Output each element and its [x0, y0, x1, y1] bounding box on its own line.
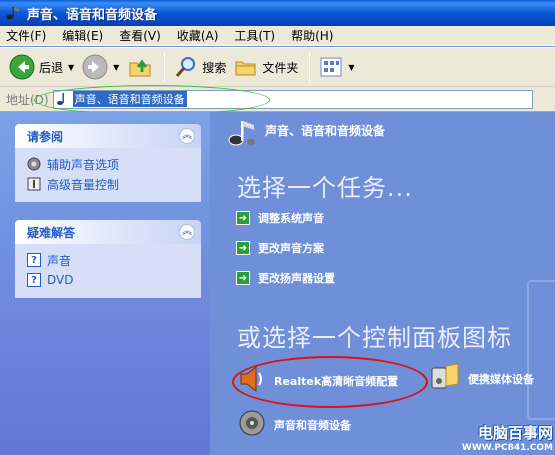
- collapse-chevron-icon[interactable]: ︽: [179, 224, 195, 240]
- realtek-speaker-icon: [238, 364, 266, 397]
- cp-item-label: 声音和音频设备: [274, 418, 351, 432]
- pick-task-heading: 选择一个任务...: [237, 174, 413, 202]
- title-bar[interactable]: 声音、语音和音频设备: [0, 0, 555, 26]
- pick-icon-heading: 或选择一个控制面板图标: [237, 324, 512, 352]
- see-also-link-volume-control[interactable]: 高级音量控制: [27, 174, 191, 194]
- task-adjust-system-sounds[interactable]: ➜ 调整系统声音: [236, 210, 324, 226]
- realtek-audio-config-item[interactable]: Realtek高清晰音频配置: [238, 364, 398, 397]
- sound-devices-icon: [5, 5, 21, 21]
- folders-icon: [235, 61, 256, 76]
- views-button[interactable]: ▼: [316, 50, 357, 84]
- views-dropdown-icon[interactable]: ▼: [348, 63, 354, 72]
- folders-button[interactable]: 文件夹: [231, 50, 301, 84]
- help-icon: ?: [27, 253, 41, 267]
- troubleshoot-link-sound[interactable]: ? 声音: [27, 250, 191, 270]
- see-also-header[interactable]: 请参阅 ︽: [15, 124, 201, 148]
- task-pane: 请参阅 ︽ 辅助声音选项 高级音量控制 疑难解答 ︽ ? 声音 ? DVD: [0, 112, 210, 455]
- task-change-speaker-settings[interactable]: ➜ 更改扬声器设置: [236, 270, 335, 286]
- troubleshoot-header[interactable]: 疑难解答 ︽: [15, 220, 201, 244]
- portable-media-devices-item[interactable]: 便携媒体设备: [430, 362, 534, 395]
- sound-audio-devices-item[interactable]: 声音和音频设备: [238, 408, 351, 441]
- menu-help[interactable]: 帮助(H): [291, 27, 333, 44]
- watermark-title: 电脑百事网: [477, 424, 553, 442]
- address-label: 地址(D): [6, 92, 49, 107]
- troubleshoot-title: 疑难解答: [27, 225, 76, 240]
- task-label: 更改声音方案: [258, 242, 324, 255]
- menu-bar: 文件(F) 编辑(E) 查看(V) 收藏(A) 工具(T) 帮助(H): [0, 26, 555, 46]
- green-arrow-icon: ➜: [236, 241, 250, 255]
- sound-devices-icon: [226, 118, 260, 151]
- help-icon: ?: [27, 273, 41, 287]
- see-also-label: 高级音量控制: [47, 177, 120, 192]
- search-icon: [176, 57, 196, 77]
- category-title: 声音、语音和音频设备: [265, 124, 386, 138]
- back-label: 后退: [39, 60, 64, 75]
- menu-tools[interactable]: 工具(T): [234, 27, 275, 44]
- forward-arrow-icon: [82, 54, 108, 80]
- sound-devices-icon: [56, 93, 64, 105]
- views-grid-icon: [320, 57, 342, 77]
- see-also-label: 辅助声音选项: [47, 157, 120, 172]
- task-change-sound-scheme[interactable]: ➜ 更改声音方案: [236, 240, 324, 256]
- back-dropdown-icon[interactable]: ▼: [68, 63, 74, 72]
- troubleshoot-body: ? 声音 ? DVD: [15, 244, 201, 298]
- main-content: 声音、语音和音频设备 选择一个任务... ➜ 调整系统声音 ➜ 更改声音方案 ➜…: [210, 112, 555, 455]
- address-bar: 地址(D) 声音、语音和音频设备: [0, 87, 555, 112]
- window-title: 声音、语音和音频设备: [27, 7, 158, 23]
- menu-favorites[interactable]: 收藏(A): [177, 27, 219, 44]
- back-button[interactable]: 后退 ▼: [6, 50, 77, 84]
- site-watermark: 电脑百事网 WWW.PC841.COM: [462, 422, 553, 453]
- icon-group-frame: [527, 280, 555, 420]
- speaker-icon: [238, 408, 266, 441]
- green-arrow-icon: ➜: [236, 271, 250, 285]
- menu-view[interactable]: 查看(V): [119, 27, 161, 44]
- see-also-body: 辅助声音选项 高级音量控制: [15, 148, 201, 202]
- folders-label: 文件夹: [262, 60, 299, 75]
- address-field[interactable]: 声音、语音和音频设备: [52, 89, 533, 109]
- see-also-link-accessibility-sound[interactable]: 辅助声音选项: [27, 154, 191, 174]
- troubleshoot-label: DVD: [47, 273, 74, 287]
- troubleshoot-label: 声音: [47, 253, 72, 268]
- troubleshoot-panel: 疑难解答 ︽ ? 声音 ? DVD: [15, 220, 201, 298]
- search-label: 搜索: [202, 60, 227, 75]
- watermark-url: WWW.PC841.COM: [461, 443, 553, 453]
- toolbar-separator: [164, 52, 166, 82]
- volume-control-icon: [27, 177, 41, 191]
- back-arrow-icon: [9, 54, 35, 80]
- forward-button[interactable]: ▼: [79, 50, 122, 84]
- toolbar: 后退 ▼ ▼ 搜索 文件夹 ▼: [0, 47, 555, 87]
- menu-edit[interactable]: 编辑(E): [62, 27, 103, 44]
- see-also-title: 请参阅: [27, 129, 64, 144]
- green-arrow-icon: ➜: [236, 211, 250, 225]
- task-label: 调整系统声音: [258, 212, 324, 225]
- up-button[interactable]: [124, 50, 156, 84]
- collapse-chevron-icon[interactable]: ︽: [179, 128, 195, 144]
- cp-item-label: 便携媒体设备: [468, 372, 534, 386]
- speaker-icon: [27, 157, 41, 171]
- task-label: 更改扬声器设置: [258, 272, 335, 285]
- forward-dropdown-icon[interactable]: ▼: [113, 63, 119, 72]
- cp-item-label: Realtek高清晰音频配置: [274, 374, 399, 388]
- see-also-panel: 请参阅 ︽ 辅助声音选项 高级音量控制: [15, 124, 201, 202]
- portable-media-icon: [430, 362, 460, 395]
- folder-up-icon: [129, 59, 151, 77]
- address-value: 声音、语音和音频设备: [72, 91, 187, 107]
- search-button[interactable]: 搜索: [171, 50, 229, 84]
- menu-file[interactable]: 文件(F): [6, 27, 46, 44]
- troubleshoot-link-dvd[interactable]: ? DVD: [27, 270, 191, 290]
- toolbar-separator: [309, 52, 311, 82]
